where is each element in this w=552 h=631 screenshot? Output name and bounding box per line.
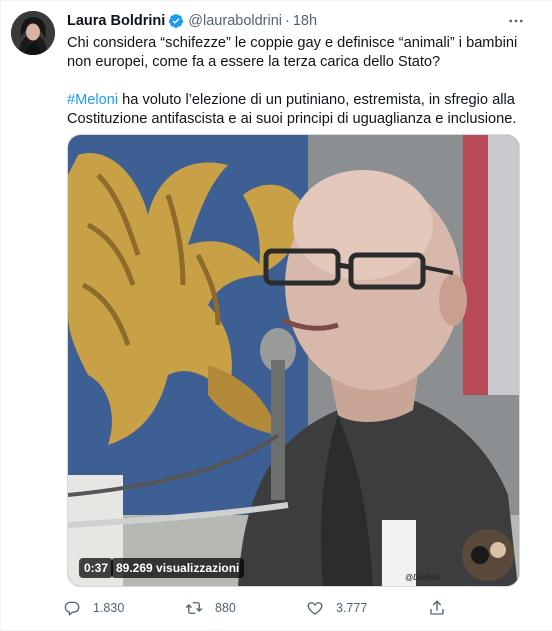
- tweet-paragraph-2-text: ha voluto l’elezione di un putiniano, es…: [67, 92, 517, 127]
- tweet-timestamp[interactable]: 18h: [293, 13, 317, 29]
- tweet-paragraph-1: Chi considera “schifezze” le coppie gay …: [67, 35, 518, 70]
- tweet-actions: 1.830 880 3.777: [63, 597, 463, 619]
- tweet-card[interactable]: Laura Boldrini @lauraboldrini · 18h Chi …: [0, 0, 552, 631]
- retweet-button[interactable]: 880: [185, 597, 236, 619]
- reply-button[interactable]: 1.830: [63, 597, 124, 619]
- video-views-badge: 89.269 visualizzazioni: [111, 558, 245, 578]
- video-duration-badge: 0:37: [79, 558, 114, 578]
- avatar[interactable]: [11, 11, 55, 55]
- share-icon: [428, 599, 446, 617]
- verified-badge-icon: [168, 13, 184, 29]
- reply-count: 1.830: [93, 601, 125, 615]
- heart-icon: [306, 599, 324, 617]
- like-count: 3.777: [336, 601, 368, 615]
- tweet-paragraph-2: #Meloni ha voluto l’elezione di un putin…: [67, 91, 537, 129]
- tweet-text: Chi considera “schifezze” le coppie gay …: [67, 34, 537, 129]
- retweet-count: 880: [215, 601, 236, 615]
- retweet-icon: [185, 599, 203, 617]
- share-button[interactable]: [428, 597, 446, 619]
- hashtag-link[interactable]: #Meloni: [67, 92, 118, 108]
- video-player[interactable]: 0:37 89.269 visualizzazioni @Darkdiv: [67, 134, 520, 587]
- video-frame: [68, 135, 519, 586]
- separator-dot: ·: [285, 13, 290, 29]
- like-button[interactable]: 3.777: [306, 597, 367, 619]
- tweet-header: Laura Boldrini @lauraboldrini · 18h: [67, 12, 317, 30]
- author-name[interactable]: Laura Boldrini: [67, 13, 165, 29]
- more-options-icon[interactable]: [501, 9, 531, 33]
- author-handle[interactable]: @lauraboldrini: [188, 13, 282, 29]
- reply-icon: [63, 599, 81, 617]
- video-watermark: @Darkdiv: [405, 573, 441, 582]
